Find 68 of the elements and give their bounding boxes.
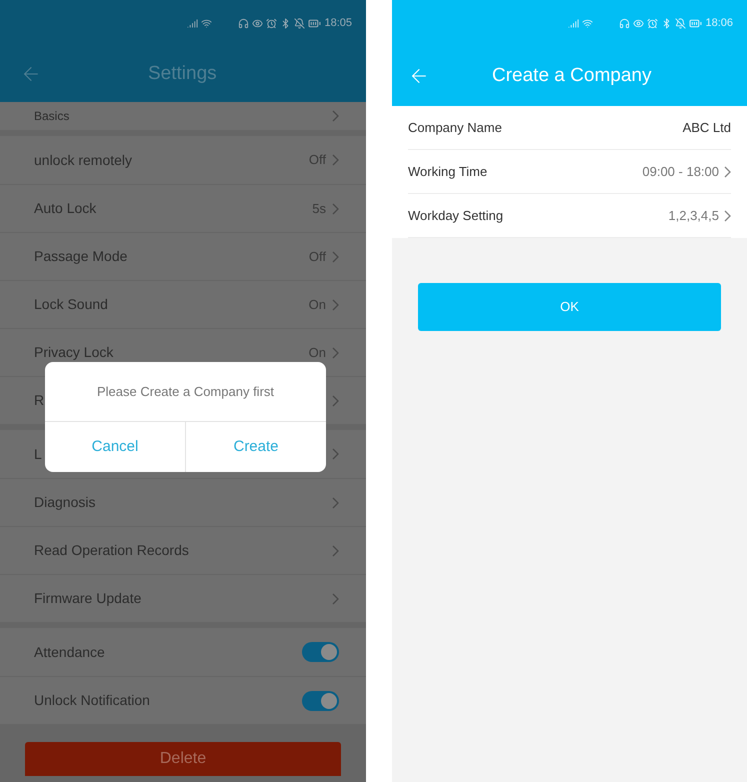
settings-row[interactable]: Basics	[0, 102, 366, 130]
headphones-icon	[619, 18, 630, 28]
row-label: Passage Mode	[34, 247, 128, 266]
chevron-icon	[332, 346, 339, 358]
bell-off-icon	[675, 18, 686, 28]
field-value: 09:00 - 18:00	[642, 162, 719, 181]
signal-icon	[568, 18, 580, 28]
row-label: Privacy Lock	[34, 343, 114, 362]
clock-time: 18:06	[705, 16, 733, 31]
settings-row[interactable]: Attendance	[0, 628, 366, 676]
row-label: R	[34, 391, 44, 410]
form-row[interactable]: Working Time 09:00 - 18:00	[408, 150, 731, 194]
chevron-icon	[332, 544, 339, 556]
battery-icon	[689, 16, 702, 30]
row-label: unlock remotely	[34, 150, 132, 170]
chevron-icon	[724, 210, 731, 222]
settings-row[interactable]: Read Operation Records	[0, 526, 366, 574]
form-row[interactable]: Workday Setting 1,2,3,4,5	[408, 194, 731, 238]
toggle-switch[interactable]	[302, 690, 339, 710]
row-label: Attendance	[34, 642, 105, 662]
bluetooth-icon	[661, 18, 672, 28]
eye-icon	[633, 18, 644, 28]
row-label: Basics	[34, 108, 70, 125]
headphones-icon	[238, 18, 250, 28]
field-value: ABC Ltd	[682, 118, 731, 137]
chevron-icon	[332, 110, 339, 122]
clock-time: 18:05	[324, 16, 352, 31]
eye-icon	[252, 18, 264, 28]
dialog-message: Please Create a Company first	[96, 382, 274, 401]
chevron-icon	[332, 250, 339, 262]
delete-button[interactable]: Delete	[25, 742, 341, 776]
row-label: Diagnosis	[34, 493, 96, 512]
chevron-icon	[332, 496, 339, 508]
screen-title: Create a Company	[492, 64, 652, 88]
settings-row[interactable]: Firmware Update	[0, 574, 366, 622]
row-label: Auto Lock	[34, 199, 96, 218]
settings-row[interactable]: Diagnosis	[0, 478, 366, 526]
chevron-icon	[332, 592, 339, 604]
signal-icon	[187, 18, 198, 28]
chevron-icon	[724, 166, 731, 178]
chevron-icon	[332, 154, 339, 166]
row-label: Lock Sound	[34, 295, 108, 314]
chevron-icon	[332, 298, 339, 310]
field-label: Workday Setting	[408, 206, 504, 225]
ok-button[interactable]: OK	[418, 283, 721, 331]
wifi-icon	[582, 18, 594, 28]
dialog-button[interactable]: Create	[185, 422, 326, 472]
row-label: Firmware Update	[34, 589, 142, 608]
screen-title: Settings	[148, 62, 217, 86]
row-label: Read Operation Records	[34, 541, 189, 560]
battery-icon	[308, 16, 322, 30]
dialog-button[interactable]: Cancel	[45, 422, 185, 472]
chevron-icon	[332, 394, 339, 406]
bell-off-icon	[294, 18, 306, 28]
alarm-icon	[266, 18, 278, 28]
row-label: L	[34, 444, 42, 464]
alarm-icon	[647, 18, 658, 28]
field-label: Working Time	[408, 162, 488, 181]
field-value: 1,2,3,4,5	[668, 206, 719, 225]
settings-row[interactable]: Unlock Notification	[0, 676, 366, 724]
chevron-icon	[332, 202, 339, 214]
toggle-switch[interactable]	[302, 642, 339, 662]
field-label: Company Name	[408, 118, 502, 137]
wifi-icon	[201, 18, 212, 28]
form-row[interactable]: Company Name ABC Ltd	[408, 106, 731, 150]
chevron-icon	[332, 448, 339, 460]
row-label: Unlock Notification	[34, 691, 150, 710]
bluetooth-icon	[280, 18, 292, 28]
